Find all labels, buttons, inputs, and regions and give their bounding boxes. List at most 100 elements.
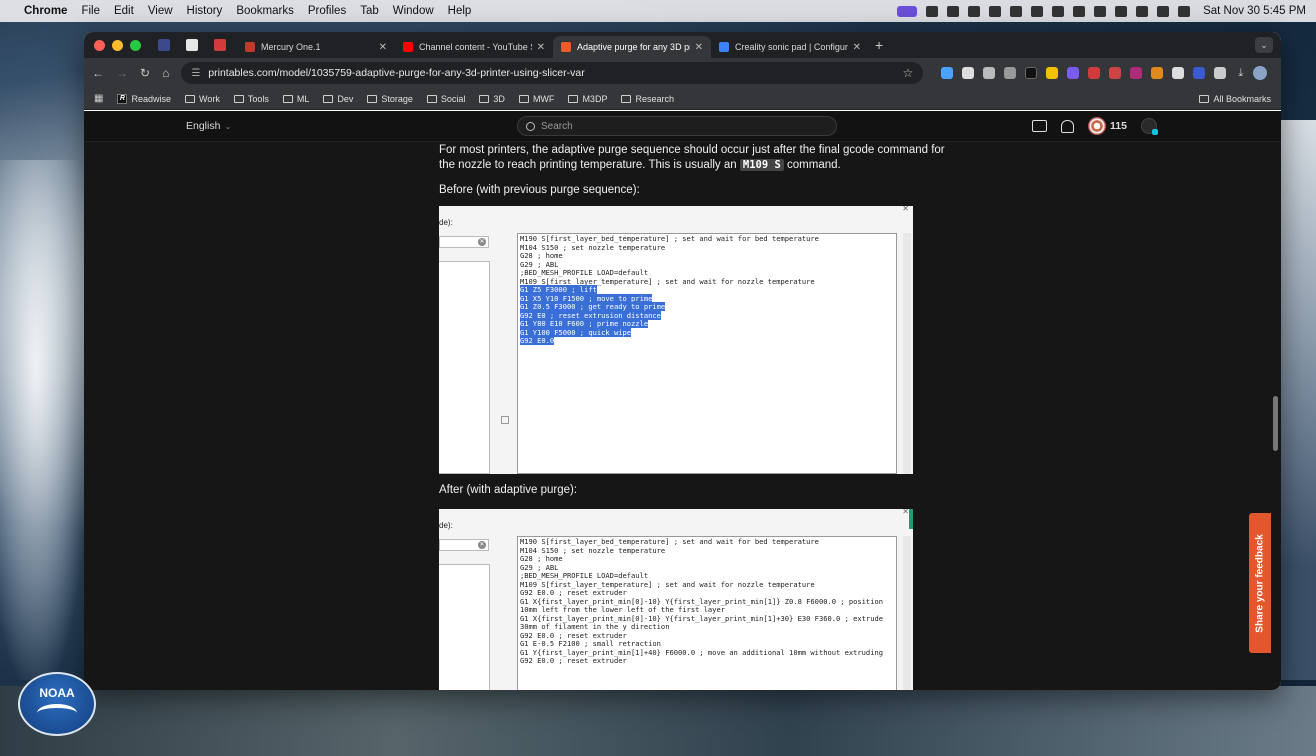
screen-recorder-icon[interactable] [897,5,918,17]
menu-file[interactable]: File [81,5,100,17]
pinned-tab-favicon-icon [186,39,198,51]
site-search-input[interactable]: Search [517,116,837,136]
menu-tab[interactable]: Tab [360,5,379,17]
extension-icon[interactable] [1130,67,1143,79]
bookmark-folder-social[interactable]: Social [426,94,465,104]
pinned-tab[interactable] [209,36,231,54]
menu-help[interactable]: Help [448,5,472,17]
tray-app-icon[interactable] [947,5,960,17]
wifi-icon[interactable] [1115,5,1128,17]
tray-app-icon[interactable] [926,5,939,17]
control-center-icon[interactable] [1157,5,1170,17]
menu-window[interactable]: Window [393,5,434,17]
tray-app-icon[interactable] [1052,5,1065,17]
menu-profiles[interactable]: Profiles [308,5,346,17]
menu-edit[interactable]: Edit [114,5,134,17]
address-bar[interactable]: ☰ printables.com/model/1035759-adaptive-… [181,62,924,84]
tray-app-icon[interactable] [1031,5,1044,17]
home-icon[interactable]: ⌂ [162,66,169,80]
bookmark-folder-storage[interactable]: Storage [367,94,413,104]
minimize-window-button[interactable] [112,39,123,51]
bluetooth-icon[interactable] [968,5,981,17]
bookmark-folder-mwf[interactable]: MWF [518,94,554,104]
language-selector[interactable]: English ⌄ [186,120,231,132]
extension-icon[interactable] [962,67,975,79]
extension-icon[interactable] [1088,67,1101,79]
bookmark-folder-ml[interactable]: ML [282,94,309,104]
tray-app-icon[interactable] [1010,5,1023,17]
readwise-extension-icon[interactable] [1046,67,1059,79]
battery-icon[interactable] [1136,5,1149,17]
code-line: G92 E0.0 ; reset extruder [520,656,627,665]
bookmark-readwise[interactable]: R Readwise [117,93,171,104]
messages-icon[interactable] [1032,120,1047,132]
menu-history[interactable]: History [187,5,223,17]
bookmark-folder-work[interactable]: Work [184,94,220,104]
extension-icon[interactable] [983,67,996,79]
bookmark-folder-tools[interactable]: Tools [233,94,269,104]
url-text[interactable]: printables.com/model/1035759-adaptive-pu… [208,67,584,79]
folder-icon [568,94,579,103]
kebab-menu-icon[interactable]: ⋮ [1277,67,1281,80]
tab-youtube-studio[interactable]: Channel content - YouTube St ✕ [395,36,553,58]
close-tab-icon[interactable]: ✕ [379,42,387,53]
tab-creality-sonic-pad[interactable]: Creality sonic pad | Configura ✕ [711,36,869,58]
tray-app-icon[interactable] [989,5,1002,17]
extension-icon[interactable] [941,67,954,79]
bookmark-star-icon[interactable]: ☆ [903,66,914,80]
folder-icon [479,94,490,103]
pinned-tab[interactable] [153,36,175,54]
extension-icon[interactable] [1151,67,1164,79]
user-avatar[interactable] [1140,118,1158,135]
bookmark-folder-research[interactable]: Research [621,94,674,104]
menu-app-name[interactable]: Chrome [24,5,67,17]
menu-bar-extras: Sat Nov 30 5:45 PM [897,5,1306,17]
tab-title: Mercury One.1 [261,42,321,52]
readwise-icon: R [117,93,128,104]
close-window-button[interactable] [94,39,105,51]
site-info-icon[interactable]: ☰ [191,68,200,79]
menu-bookmarks[interactable]: Bookmarks [236,5,294,17]
site-header: English ⌄ Search 115 [84,111,1281,142]
menu-view[interactable]: View [148,5,173,17]
user-points-badge[interactable]: 115 [1088,117,1127,135]
bookmark-folder-dev[interactable]: Dev [323,94,353,104]
spotlight-icon[interactable] [1178,5,1191,17]
close-tab-icon[interactable]: ✕ [537,42,545,53]
new-tab-button[interactable]: + [875,37,883,53]
back-arrow-icon[interactable]: ← [92,66,104,80]
close-tab-icon[interactable]: ✕ [853,42,861,53]
screenshot-field: ✕ [439,236,489,248]
extensions-puzzle-icon[interactable] [1214,67,1227,79]
extension-icon[interactable] [1172,67,1185,79]
menu-clock[interactable]: Sat Nov 30 5:45 PM [1203,5,1306,17]
apps-grid-icon[interactable]: ▦ [94,93,103,104]
clear-icon: ✕ [478,541,486,549]
close-icon: ✕ [902,509,909,516]
extension-icon[interactable] [1067,67,1080,79]
extension-icon[interactable] [1193,67,1206,79]
download-icon[interactable]: ⤓ [1238,67,1243,80]
zoom-window-button[interactable] [130,39,141,51]
close-tab-icon[interactable]: ✕ [695,42,703,53]
extension-icon[interactable] [1109,67,1122,79]
reload-icon[interactable]: ↻ [140,66,150,80]
tab-search-chevron-icon[interactable]: ⌄ [1255,37,1273,53]
profile-avatar-icon[interactable] [1253,66,1268,80]
notifications-bell-icon[interactable] [1061,119,1074,133]
pinned-tab[interactable] [181,36,203,54]
forward-arrow-icon[interactable]: → [116,66,128,80]
bookmark-folder-m3dp[interactable]: M3DP [568,94,607,104]
tab-adaptive-purge[interactable]: Adaptive purge for any 3D pri ✕ [553,36,711,58]
all-bookmarks-button[interactable]: All Bookmarks [1199,94,1271,104]
cloud-icon[interactable] [1094,5,1107,17]
bookmark-folder-3d[interactable]: 3D [479,94,505,104]
extension-icon[interactable] [1025,67,1038,79]
page-scrollbar[interactable] [1273,396,1278,451]
tab-mercury[interactable]: Mercury One.1 ✕ [237,36,395,58]
extension-icon[interactable] [1004,67,1017,79]
tray-app-icon[interactable] [1073,5,1086,17]
printables-favicon-icon [561,42,571,52]
bookmarks-bar: ▦ R Readwise Work Tools ML Dev Storage So… [84,88,1281,110]
share-feedback-button[interactable]: Share your feedback [1249,513,1271,653]
